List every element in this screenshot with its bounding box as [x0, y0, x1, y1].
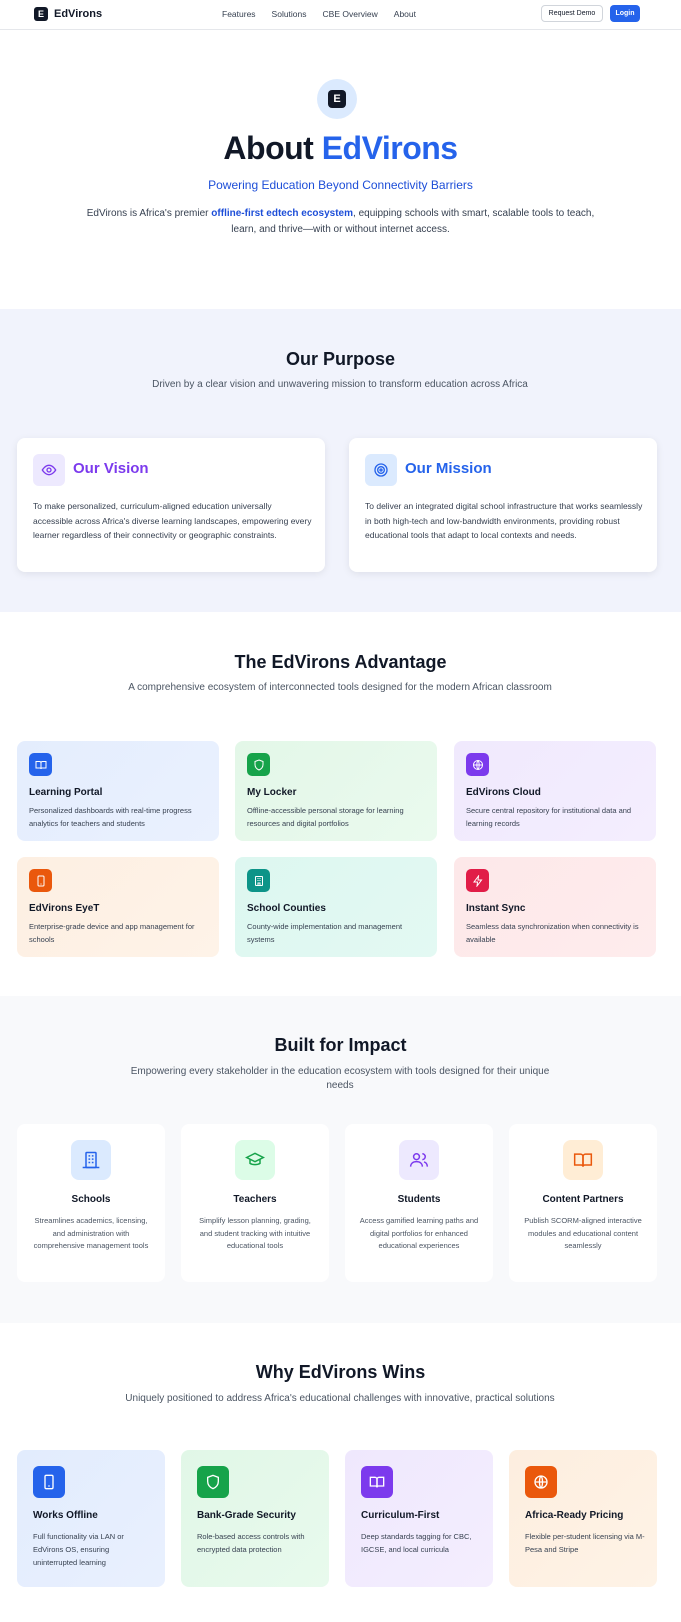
- school-building-icon: [71, 1140, 111, 1180]
- nav-links: Features Solutions CBE Overview About: [222, 9, 416, 19]
- feature-card-my-locker[interactable]: My Locker Offline-accessible personal st…: [235, 741, 437, 841]
- wins-title: Why EdVirons Wins: [255, 1362, 426, 1382]
- nav-link-solutions[interactable]: Solutions: [272, 9, 307, 19]
- feature-card-school-counties[interactable]: School Counties County-wide implementati…: [235, 857, 437, 957]
- brand-name: EdVirons: [54, 8, 103, 20]
- book-icon: [29, 753, 52, 776]
- feature-title: School Counties: [247, 903, 326, 914]
- shield-icon: [197, 1466, 229, 1498]
- win-card-works-offline[interactable]: Works Offline Full functionality via LAN…: [17, 1450, 165, 1587]
- request-demo-button[interactable]: Request Demo: [541, 5, 603, 22]
- open-book-icon: [563, 1140, 603, 1180]
- feature-text: Seamless data synchronization when conne…: [466, 922, 639, 944]
- purpose-title: Our Purpose: [285, 349, 396, 369]
- win-card-curriculum-first[interactable]: Curriculum-First Deep standards tagging …: [345, 1450, 493, 1587]
- target-icon: [365, 454, 397, 486]
- stakeholder-card-students[interactable]: Students Access gamified learning paths …: [345, 1124, 493, 1282]
- phone-icon: [33, 1466, 65, 1498]
- stakeholder-text: Publish SCORM-aligned interactive module…: [524, 1216, 642, 1250]
- stakeholder-text: Simplify lesson planning, grading, and s…: [199, 1216, 311, 1250]
- graduation-cap-icon: [235, 1140, 275, 1180]
- stakeholder-title: Students: [397, 1194, 441, 1205]
- impact-title: Built for Impact: [274, 1035, 407, 1055]
- vision-text: To make personalized, curriculum-aligned…: [33, 501, 312, 540]
- wins-subtitle: Uniquely positioned to address Africa's …: [125, 1393, 555, 1404]
- stakeholder-text: Access gamified learning paths and digit…: [359, 1216, 479, 1250]
- hero-description: EdVirons is Africa's premier offline-fir…: [80, 206, 601, 238]
- brand[interactable]: E EdVirons: [34, 7, 102, 21]
- page-title: About EdVirons: [0, 130, 681, 167]
- feature-text: Enterprise-grade device and app manageme…: [29, 922, 195, 944]
- feature-title: My Locker: [247, 787, 297, 798]
- top-nav: E EdVirons Features Solutions CBE Overvi…: [0, 0, 681, 30]
- stakeholder-title: Content Partners: [542, 1194, 624, 1205]
- hero-logo-badge: E: [317, 79, 357, 119]
- advantage-title: The EdVirons Advantage: [234, 652, 447, 672]
- feature-text: Offline-accessible personal storage for …: [247, 806, 404, 828]
- feature-text: Personalized dashboards with real-time p…: [29, 806, 192, 828]
- title-prefix: About: [223, 130, 314, 166]
- stakeholder-text: Streamlines academics, licensing, and ad…: [33, 1216, 149, 1250]
- nav-link-features[interactable]: Features: [222, 9, 256, 19]
- title-accent: EdVirons: [321, 130, 458, 166]
- feature-title: EdVirons EyeT: [29, 903, 100, 914]
- lightning-icon: [466, 869, 489, 892]
- win-title: Bank-Grade Security: [197, 1510, 296, 1521]
- desc-before: EdVirons is Africa's premier: [86, 208, 209, 219]
- win-text: Full functionality via LAN or EdVirons O…: [33, 1532, 124, 1567]
- win-title: Works Offline: [33, 1510, 98, 1521]
- nav-link-about[interactable]: About: [394, 9, 416, 19]
- users-icon: [399, 1140, 439, 1180]
- feature-title: Learning Portal: [29, 787, 103, 798]
- stakeholder-title: Teachers: [233, 1194, 277, 1205]
- win-text: Role-based access controls with encrypte…: [197, 1532, 305, 1554]
- eye-icon: [33, 454, 65, 486]
- hero-logo-icon: E: [328, 90, 346, 108]
- shield-icon: [247, 753, 270, 776]
- globe-icon: [466, 753, 489, 776]
- feature-card-edvirons-cloud[interactable]: EdVirons Cloud Secure central repository…: [454, 741, 656, 841]
- feature-card-learning-portal[interactable]: Learning Portal Personalized dashboards …: [17, 741, 219, 841]
- win-title: Curriculum-First: [361, 1510, 440, 1521]
- nav-link-cbe-overview[interactable]: CBE Overview: [323, 9, 378, 19]
- feature-title: EdVirons Cloud: [466, 787, 541, 798]
- login-button[interactable]: Login: [610, 5, 640, 22]
- feature-text: County-wide implementation and managemen…: [247, 922, 403, 944]
- advantage-subtitle: A comprehensive ecosystem of interconnec…: [128, 682, 552, 693]
- open-book-icon: [361, 1466, 393, 1498]
- tablet-icon: [29, 869, 52, 892]
- feature-text: Secure central repository for institutio…: [466, 806, 632, 828]
- globe-icon: [525, 1466, 557, 1498]
- feature-card-instant-sync[interactable]: Instant Sync Seamless data synchronizati…: [454, 857, 656, 957]
- win-card-bank-grade-security[interactable]: Bank-Grade Security Role-based access co…: [181, 1450, 329, 1587]
- feature-title: Instant Sync: [466, 903, 526, 914]
- stakeholder-card-teachers[interactable]: Teachers Simplify lesson planning, gradi…: [181, 1124, 329, 1282]
- win-card-africa-ready-pricing[interactable]: Africa-Ready Pricing Flexible per-studen…: [509, 1450, 657, 1587]
- building-icon: [247, 869, 270, 892]
- impact-subtitle: Empowering every stakeholder in the educ…: [130, 1066, 550, 1091]
- desc-highlight: offline-first edtech ecosystem: [211, 208, 354, 219]
- mission-title: Our Mission: [405, 460, 492, 477]
- feature-card-edvirons-eyet[interactable]: EdVirons EyeT Enterprise-grade device an…: [17, 857, 219, 957]
- hero-subtitle: Powering Education Beyond Connectivity B…: [208, 178, 473, 192]
- win-text: Deep standards tagging for CBC, IGCSE, a…: [361, 1532, 472, 1554]
- purpose-subtitle: Driven by a clear vision and unwavering …: [152, 379, 528, 390]
- stakeholder-title: Schools: [71, 1194, 111, 1205]
- stakeholder-card-schools[interactable]: Schools Streamlines academics, licensing…: [17, 1124, 165, 1282]
- vision-card: Our Vision To make personalized, curricu…: [17, 438, 325, 572]
- mission-card: Our Mission To deliver an integrated dig…: [349, 438, 657, 572]
- mission-text: To deliver an integrated digital school …: [365, 501, 643, 540]
- win-text: Flexible per-student licensing via M-Pes…: [525, 1532, 645, 1554]
- brand-logo-icon: E: [34, 7, 48, 21]
- stakeholder-card-content-partners[interactable]: Content Partners Publish SCORM-aligned i…: [509, 1124, 657, 1282]
- vision-title: Our Vision: [73, 460, 149, 477]
- win-title: Africa-Ready Pricing: [525, 1510, 624, 1521]
